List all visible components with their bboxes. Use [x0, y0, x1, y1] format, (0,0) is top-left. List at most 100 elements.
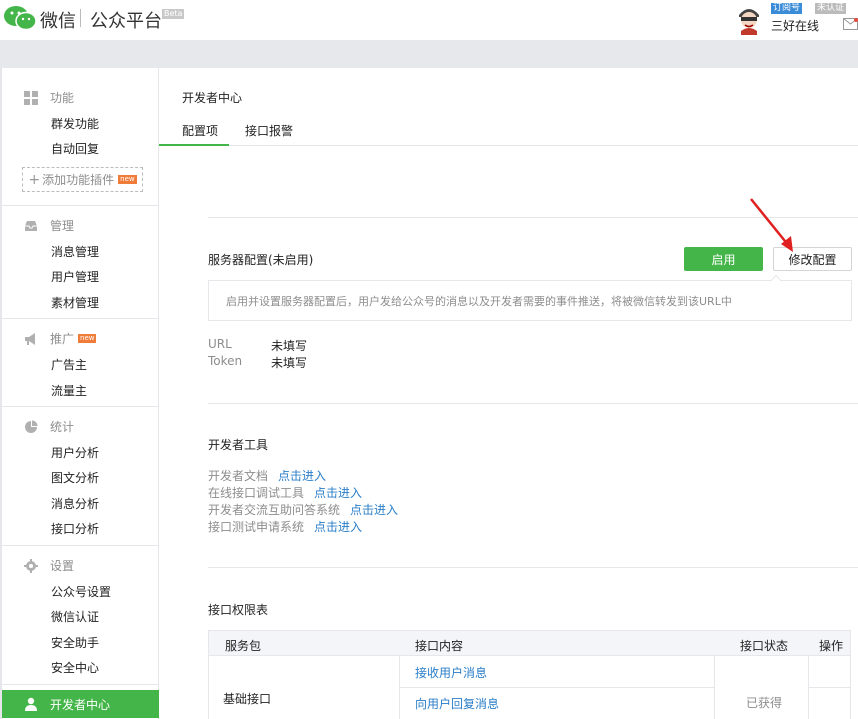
section-divider [208, 567, 858, 568]
grid-icon [24, 90, 38, 105]
brand-subtitle[interactable]: 公众平台 [90, 7, 162, 33]
tab-alerts[interactable]: 接口报警 [245, 122, 293, 139]
url-label: URL [208, 337, 232, 351]
sidebar-item-security-center[interactable]: 安全中心 [51, 659, 99, 676]
sidebar-divider [2, 318, 159, 319]
dev-qa-link[interactable]: 点击进入 [350, 503, 398, 517]
token-label: Token [208, 354, 243, 368]
dev-tool-name: 接口测试申请系统 [208, 520, 305, 534]
mail-icon[interactable] [843, 18, 858, 30]
account-name[interactable]: 三好在线 [771, 17, 819, 34]
tab-bar: 配置项 接口报警 [159, 113, 858, 146]
notice-text: 启用并设置服务器配置后，用户发给公众号的消息以及开发者需要的事件推送，将被微信转… [226, 294, 732, 308]
new-badge: new [78, 334, 97, 343]
caret-up-icon [771, 275, 781, 281]
table-divider [808, 687, 851, 688]
sidebar-group-title: 推广 [50, 332, 75, 346]
table-cell-package: 基础接口 [223, 692, 272, 706]
sidebar-group-title: 管理 [50, 219, 75, 233]
sidebar-item-auto-reply[interactable]: 自动回复 [51, 140, 99, 157]
sidebar-group-stats: 统计 [24, 418, 74, 435]
permissions-table-body: 基础接口 接收用户消息 向用户回复消息 已获得 [208, 656, 851, 719]
sidebar-active-label: 开发者中心 [50, 697, 111, 712]
add-plugin-label: 添加功能插件 [42, 173, 115, 187]
brand-divider [80, 9, 81, 27]
add-plugin-button[interactable]: + 添加功能插件 new [22, 167, 143, 192]
api-receive-message-link[interactable]: 接收用户消息 [415, 664, 487, 681]
beta-badge: Beta [162, 9, 185, 19]
sidebar-item-api-analysis[interactable]: 接口分析 [51, 520, 99, 537]
dev-tool-name: 开发者文档 [208, 469, 269, 483]
sidebar-item-mass-send[interactable]: 群发功能 [51, 115, 99, 132]
dev-tool-name: 在线接口调试工具 [208, 486, 305, 500]
column-header: 操作 [819, 639, 844, 653]
brand-name[interactable]: 微信 [40, 7, 76, 33]
gear-icon [24, 558, 38, 573]
pie-chart-icon [25, 420, 38, 433]
sidebar-item-security-assistant[interactable]: 安全助手 [51, 634, 99, 651]
account-verify-badge: 未认证 [815, 3, 847, 14]
sidebar-divider [2, 545, 159, 546]
main-content: 开发者中心 配置项 接口报警 服务器配置(未启用) 启用 修改配置 启用并设置服… [159, 68, 858, 719]
sidebar-divider [2, 205, 159, 206]
column-header: 服务包 [225, 639, 262, 653]
sidebar-group-manage: 管理 [24, 217, 74, 234]
sidebar-item-article-analysis[interactable]: 图文分析 [51, 469, 99, 486]
sidebar-group-title: 功能 [50, 91, 75, 105]
column-header: 接口内容 [415, 639, 464, 653]
table-divider [714, 656, 715, 719]
wechat-logo-icon[interactable] [2, 4, 38, 32]
api-reply-message-link[interactable]: 向用户回复消息 [415, 695, 499, 712]
table-cell-status: 已获得 [746, 696, 783, 710]
page-title: 开发者中心 [182, 91, 243, 105]
dev-docs-link[interactable]: 点击进入 [278, 469, 326, 483]
dev-tool-name: 开发者交流互助问答系统 [208, 503, 341, 517]
sidebar-item-message-analysis[interactable]: 消息分析 [51, 495, 99, 512]
permissions-table-header: 服务包 接口内容 接口状态 操作 [208, 630, 851, 656]
sidebar-item-users[interactable]: 用户管理 [51, 268, 99, 285]
api-test-link[interactable]: 点击进入 [314, 520, 362, 534]
tab-config[interactable]: 配置项 [182, 122, 218, 139]
dev-tool-row: 在线接口调试工具 点击进入 [208, 484, 362, 501]
dev-tool-row: 开发者文档 点击进入 [208, 467, 326, 484]
account-type-badge: 订阅号 [771, 3, 803, 14]
token-value: 未填写 [271, 356, 308, 370]
section-divider [208, 403, 858, 404]
sidebar-item-advertiser[interactable]: 广告主 [51, 356, 87, 373]
sidebar: 功能 群发功能 自动回复 + 添加功能插件 new 管理 消息管理 用户管理 素… [0, 68, 159, 719]
sidebar-divider [2, 406, 159, 407]
dev-tool-row: 开发者交流互助问答系统 点击进入 [208, 501, 398, 518]
sidebar-item-developer-center[interactable]: 开发者中心 [2, 690, 159, 718]
server-config-notice: 启用并设置服务器配置后，用户发给公众号的消息以及开发者需要的事件推送，将被微信转… [208, 280, 852, 321]
sidebar-group-promote: 推广 new [24, 330, 97, 347]
sidebar-item-account-settings[interactable]: 公众号设置 [51, 583, 111, 600]
sidebar-group-function: 功能 [24, 89, 74, 106]
api-debug-link[interactable]: 点击进入 [314, 486, 362, 500]
sidebar-group-title: 统计 [50, 420, 75, 434]
inbox-icon [25, 220, 37, 231]
dev-tool-row: 接口测试申请系统 点击进入 [208, 518, 362, 535]
top-bar: 微信 公众平台 Beta 订阅号 未认证 三好在线 [0, 0, 858, 40]
server-config-title: 服务器配置(未启用) [208, 253, 314, 267]
plus-icon: + [28, 171, 41, 188]
sidebar-divider [2, 684, 159, 685]
annotation-arrow-icon [750, 198, 793, 252]
sidebar-item-publisher[interactable]: 流量主 [51, 382, 87, 399]
permissions-title: 接口权限表 [208, 603, 269, 617]
megaphone-icon [25, 332, 35, 345]
sidebar-group-settings: 设置 [24, 557, 74, 574]
avatar[interactable] [733, 3, 765, 35]
sidebar-group-title: 设置 [50, 559, 75, 573]
header-spacer [0, 40, 858, 68]
sidebar-item-messages[interactable]: 消息管理 [51, 243, 99, 260]
sidebar-item-materials[interactable]: 素材管理 [51, 294, 99, 311]
url-value: 未填写 [271, 339, 308, 353]
tab-active-indicator [159, 144, 229, 146]
table-divider [399, 687, 714, 688]
new-badge: new [118, 175, 137, 184]
sidebar-item-user-analysis[interactable]: 用户分析 [51, 444, 99, 461]
user-icon [25, 697, 37, 711]
sidebar-item-wechat-verify[interactable]: 微信认证 [51, 608, 99, 625]
column-header: 接口状态 [740, 639, 789, 653]
dev-tools-title: 开发者工具 [208, 438, 269, 452]
